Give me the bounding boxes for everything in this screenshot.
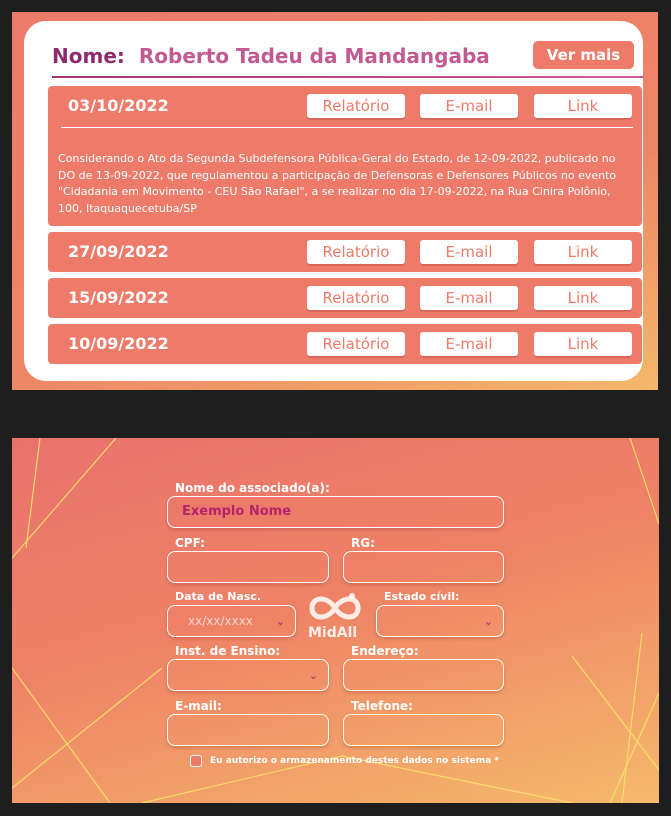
- email-button[interactable]: E-mail: [420, 240, 518, 264]
- consent-row: Eu autorizo o armazenamento destes dados…: [190, 755, 499, 767]
- record-date: 15/09/2022: [68, 288, 169, 307]
- report-button[interactable]: Relatório: [307, 94, 405, 118]
- telefone-input[interactable]: [343, 714, 504, 746]
- ver-mais-button[interactable]: Ver mais: [533, 41, 634, 69]
- chevron-down-icon: ⌄: [275, 614, 285, 628]
- name-value: Roberto Tadeu da Mandangaba: [138, 44, 490, 68]
- email-button[interactable]: E-mail: [420, 286, 518, 310]
- telefone-label: Telefone:: [351, 699, 413, 713]
- name-label: Nome:: [52, 44, 125, 68]
- record-date: 03/10/2022: [68, 96, 169, 115]
- ensino-label: Inst. de Ensino:: [175, 644, 281, 658]
- nasc-placeholder: xx/xx/xxxx: [188, 614, 253, 628]
- report-button[interactable]: Relatório: [307, 240, 405, 264]
- record-divider: [61, 127, 633, 128]
- email-input[interactable]: [167, 714, 329, 746]
- link-button[interactable]: Link: [534, 332, 632, 356]
- record-date: 10/09/2022: [68, 334, 169, 353]
- endereco-label: Endereço:: [351, 644, 419, 658]
- record-card[interactable]: 03/10/2022 Relatório E-mail Link Conside…: [48, 86, 642, 226]
- infinity-logo-icon: [309, 593, 361, 620]
- cpf-label: CPF:: [175, 536, 205, 550]
- nome-label: Nome do associado(a):: [175, 481, 330, 495]
- link-button[interactable]: Link: [534, 286, 632, 310]
- email-button[interactable]: E-mail: [420, 94, 518, 118]
- record-date: 27/09/2022: [68, 242, 169, 261]
- record-card[interactable]: 15/09/2022 Relatório E-mail Link: [48, 278, 642, 318]
- cpf-input[interactable]: [167, 551, 329, 583]
- record-card[interactable]: 27/09/2022 Relatório E-mail Link: [48, 232, 642, 272]
- record-card[interactable]: 10/09/2022 Relatório E-mail Link: [48, 324, 642, 364]
- record-description: Considerando o Ato da Segunda Subdefenso…: [58, 152, 617, 215]
- registration-form-panel: Nome do associado(a): Exemplo Nome CPF: …: [12, 438, 659, 803]
- report-button[interactable]: Relatório: [307, 332, 405, 356]
- estado-label: Estado cívil:: [384, 590, 460, 603]
- name-underline: [52, 76, 644, 78]
- profile-card: Nome: Roberto Tadeu da Mandangaba Ver ma…: [24, 21, 644, 381]
- email-button[interactable]: E-mail: [420, 332, 518, 356]
- logo-text: MidAll: [308, 625, 358, 641]
- consent-checkbox[interactable]: [190, 755, 202, 767]
- rg-input[interactable]: [343, 551, 504, 583]
- consent-label: Eu autorizo o armazenamento destes dados…: [210, 756, 499, 766]
- rg-label: RG:: [351, 536, 375, 550]
- ensino-select[interactable]: ⌄: [167, 659, 329, 691]
- name-row: Nome: Roberto Tadeu da Mandangaba: [52, 41, 490, 71]
- report-button[interactable]: Relatório: [307, 286, 405, 310]
- nasc-select[interactable]: xx/xx/xxxx ⌄: [167, 605, 296, 637]
- endereco-input[interactable]: [343, 659, 504, 691]
- chevron-down-icon: ⌄: [308, 668, 318, 682]
- email-label: E-mail:: [175, 699, 222, 713]
- nome-input[interactable]: Exemplo Nome: [167, 496, 504, 528]
- estado-select[interactable]: ⌄: [376, 605, 504, 637]
- chevron-down-icon: ⌄: [483, 614, 493, 628]
- profile-panel: Nome: Roberto Tadeu da Mandangaba Ver ma…: [12, 12, 658, 390]
- link-button[interactable]: Link: [534, 94, 632, 118]
- nasc-label: Data de Nasc.: [175, 590, 262, 603]
- link-button[interactable]: Link: [534, 240, 632, 264]
